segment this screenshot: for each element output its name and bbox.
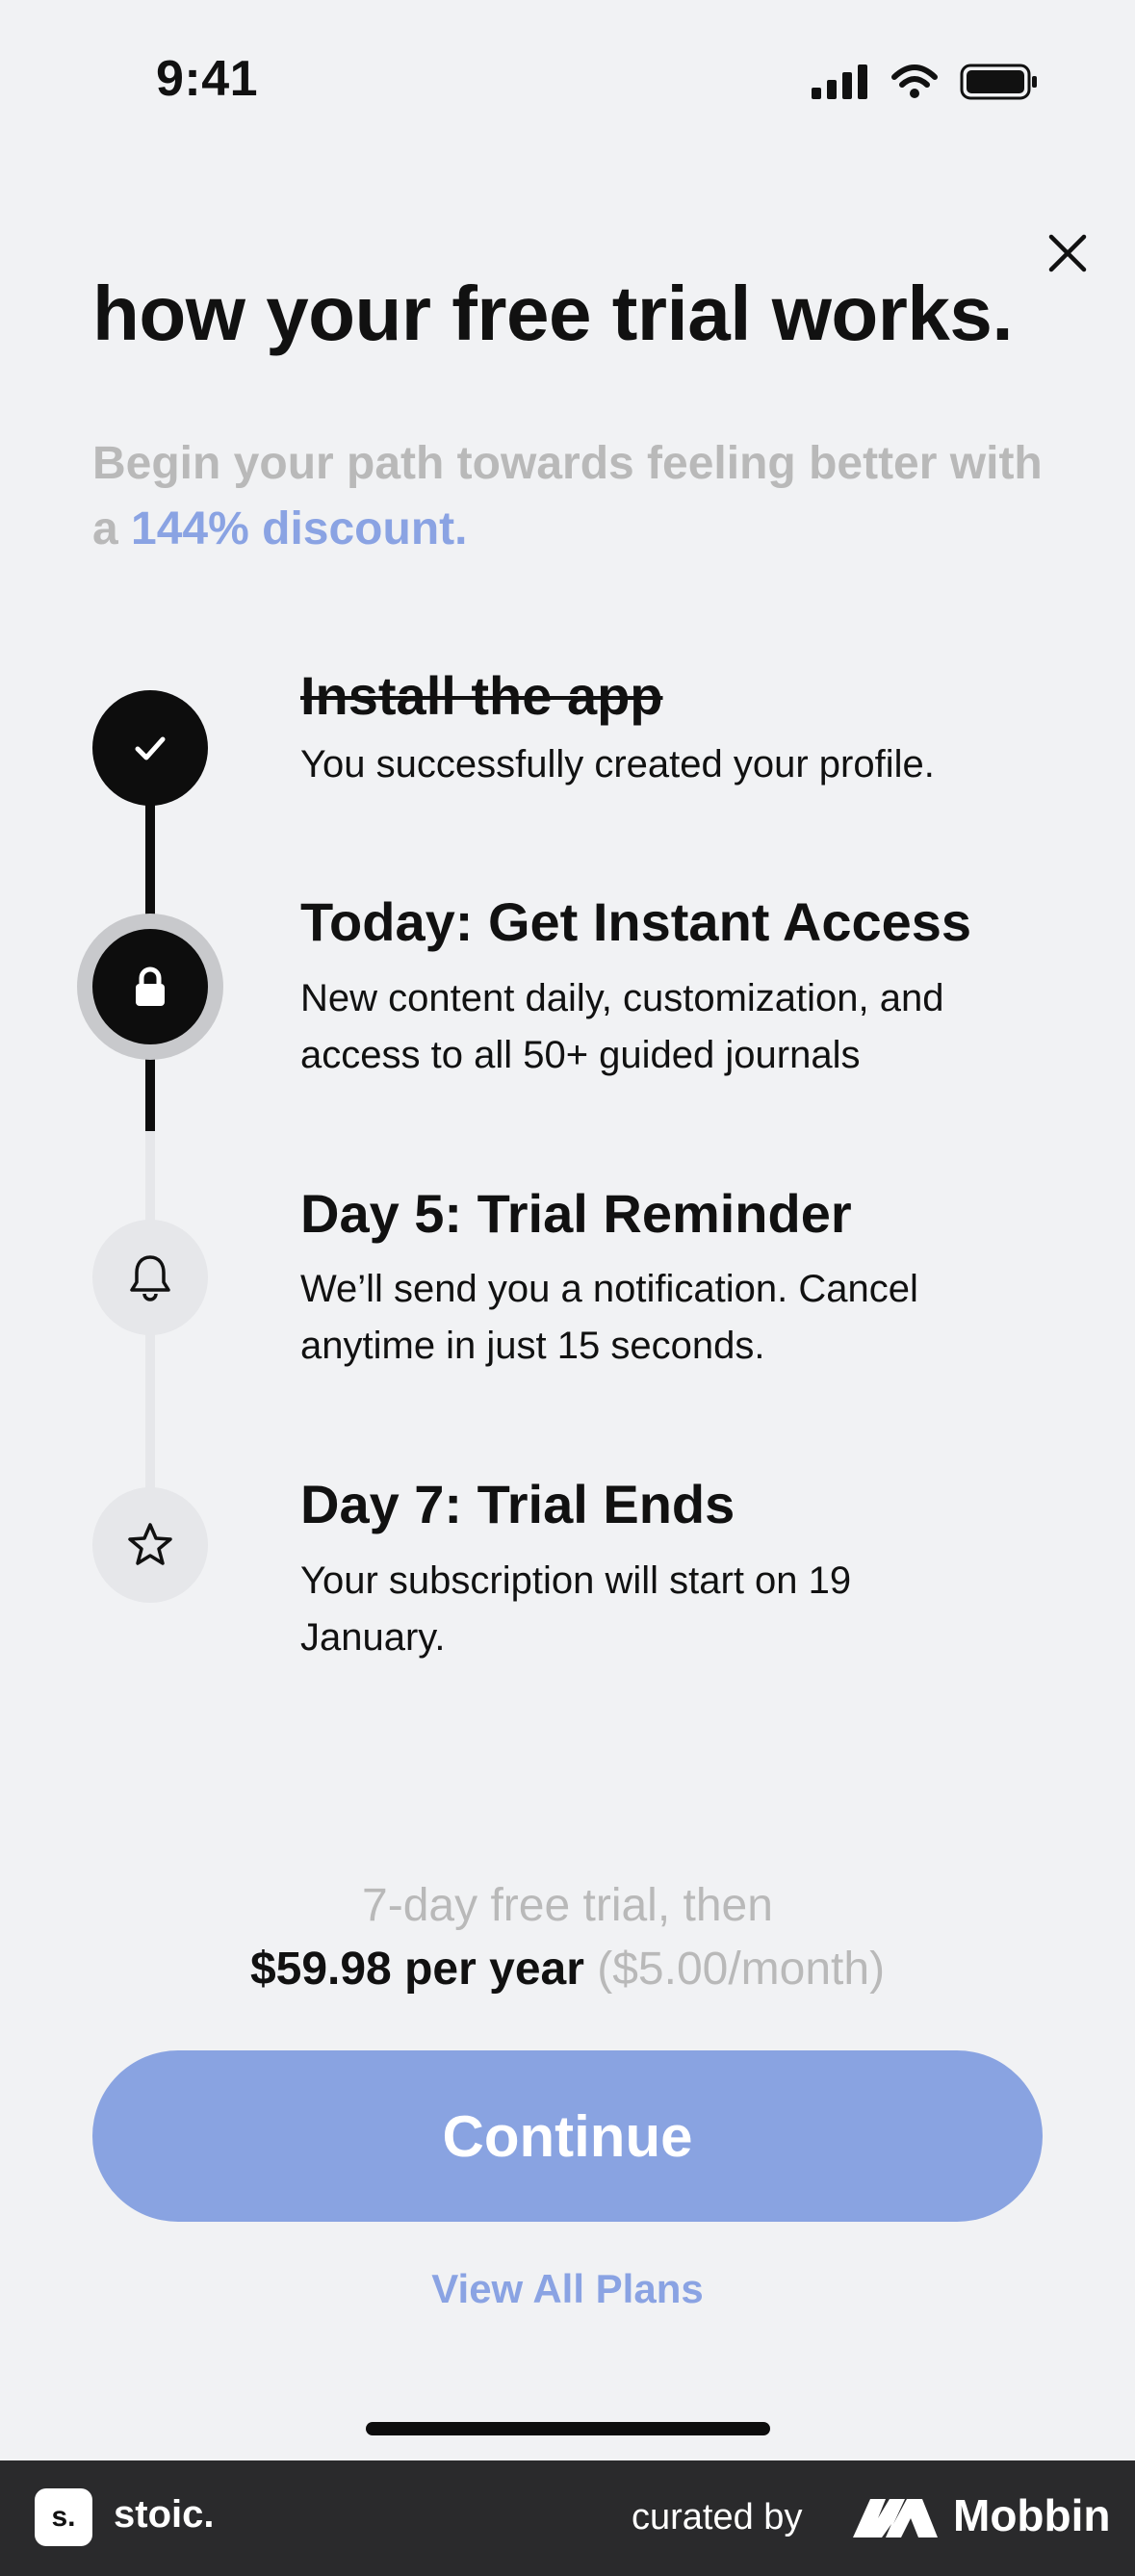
step-node-current	[92, 929, 208, 1044]
page-title: how your free trial works.	[92, 270, 1014, 356]
status-bar: 9:41	[0, 0, 1135, 164]
star-icon	[128, 1523, 172, 1565]
step-desc-install: You successfully created your profile.	[300, 743, 935, 786]
step-node-trial-ends	[92, 1487, 208, 1603]
step-title-trial-ends: Day 7: Trial Ends	[300, 1474, 735, 1534]
step-title-install: Install the app	[300, 665, 663, 726]
view-all-plans-link[interactable]: View All Plans	[0, 2266, 1135, 2312]
step-title-reminder: Day 5: Trial Reminder	[300, 1183, 852, 1244]
footer-bar: s. stoic. curated by Mobbin	[0, 2460, 1135, 2576]
yearly-price: $59.98 per year	[249, 1944, 584, 1995]
step-node-done	[92, 690, 208, 806]
mobbin-logo-icon	[853, 2499, 938, 2537]
trial-text: 7-day free trial, then	[362, 1880, 773, 1931]
wifi-icon	[891, 64, 938, 98]
lock-icon	[136, 966, 165, 1006]
bell-icon	[130, 1255, 170, 1301]
app-logo: s.	[35, 2488, 92, 2546]
checkmark-icon	[135, 736, 166, 760]
price-line: $59.98 per year ($5.00/month)	[0, 1943, 1135, 1996]
subtitle: Begin your path towards feeling better w…	[92, 431, 1045, 562]
step-desc-trial-ends: Your subscription will start on 19 Janua…	[300, 1559, 852, 1659]
app-name: stoic.	[114, 2493, 215, 2536]
battery-icon	[960, 64, 1037, 100]
close-icon	[1048, 234, 1087, 272]
discount-highlight: 144% discount.	[131, 503, 468, 554]
close-button[interactable]	[1045, 231, 1090, 275]
curated-by-text: curated by	[632, 2497, 803, 2537]
home-indicator	[366, 2422, 770, 2435]
step-desc-reminder: We’ll send you a notification. Cancel an…	[300, 1268, 918, 1367]
cellular-icon	[812, 64, 867, 99]
step-title-instant-access: Today: Get Instant Access	[300, 891, 972, 952]
status-time: 9:41	[156, 51, 259, 107]
step-desc-instant-access: New content daily, customization, and ac…	[300, 977, 944, 1076]
status-icons	[812, 64, 1039, 100]
continue-button[interactable]: Continue	[92, 2050, 1043, 2222]
step-node-reminder	[92, 1220, 208, 1335]
mobbin-brand: Mobbin	[953, 2490, 1111, 2540]
monthly-price: ($5.00/month)	[597, 1944, 886, 1995]
